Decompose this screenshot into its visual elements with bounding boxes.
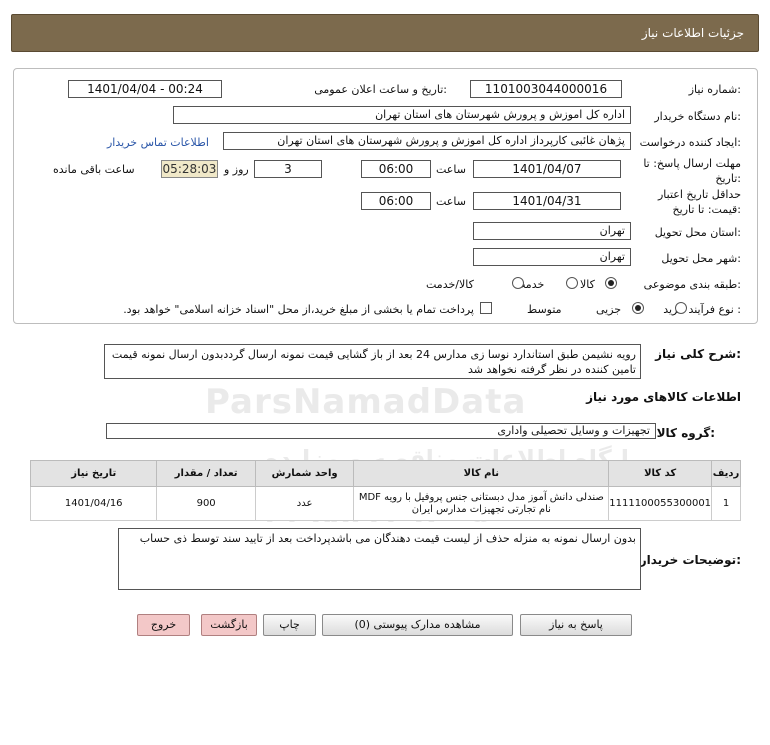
- print-button[interactable]: چاپ: [263, 614, 316, 636]
- requester-field: پژهان غائبی کارپرداز اداره کل اموزش و پر…: [223, 132, 631, 150]
- need-number-field: 1101003044000016: [470, 80, 622, 98]
- contact-buyer-link[interactable]: اطلاعات تماس خریدار: [107, 136, 209, 149]
- buyer-org-label: نام دستگاه خریدار:: [654, 110, 741, 123]
- announce-field: 1401/04/04 - 00:24: [68, 80, 222, 98]
- deadline-label-1: مهلت ارسال پاسخ: تا: [643, 157, 741, 170]
- treasury-checkbox[interactable]: [480, 302, 492, 314]
- process-option-medium: متوسط: [527, 303, 562, 316]
- days-field: 3: [254, 160, 322, 178]
- validity-time-label: ساعت: [436, 195, 466, 208]
- col-qty: تعداد / مقدار: [156, 460, 256, 487]
- exit-button[interactable]: خروج: [137, 614, 190, 636]
- category-label: طبقه بندی موضوعی:: [643, 278, 741, 291]
- col-code: کد کالا: [608, 460, 713, 487]
- description-text: رویه نشیمن طبق استاندارد نوسا زی مدارس 2…: [104, 344, 641, 379]
- cell-unit: عدد: [254, 486, 355, 521]
- category-option-goods: کالا: [580, 278, 595, 291]
- page-header: جزئیات اطلاعات نیاز: [11, 14, 759, 52]
- province-label: استان محل تحویل:: [654, 226, 741, 239]
- col-row: ردیف: [711, 460, 741, 487]
- col-date: تاریخ نیاز: [29, 460, 158, 487]
- process-radio-minor[interactable]: [674, 302, 687, 314]
- cell-row: 1: [711, 486, 741, 521]
- cell-name: صندلی دانش آموز مدل دبستانی جنس پروفیل ب…: [353, 486, 610, 521]
- cell-code: 1111100055300001: [608, 486, 713, 521]
- process-option-minor: جزیی: [596, 303, 622, 316]
- category-radio-goods-service[interactable]: [512, 277, 524, 289]
- city-label: شهر محل تحویل:: [661, 252, 741, 265]
- remaining-time-field: 05:28:03: [161, 160, 218, 178]
- description-label: شرح کلی نیاز:: [655, 347, 741, 361]
- goods-section-title: اطلاعات کالاهای مورد نیاز: [586, 390, 741, 404]
- buyer-org-field: اداره کل اموزش و پرورش شهرستان های استان…: [173, 106, 631, 124]
- deadline-date-field: 1401/04/07: [473, 160, 621, 178]
- cell-name-line2: نام تجارتی تجهیزات مدارس ایران: [411, 503, 551, 515]
- category-radio-goods[interactable]: [605, 277, 617, 289]
- page-title: جزئیات اطلاعات نیاز: [641, 26, 744, 40]
- buyer-notes-text: بدون ارسال نمونه به منزله حذف از لیست قی…: [118, 528, 641, 590]
- validity-label-2: قیمت: تا تاریخ:: [672, 203, 741, 216]
- remaining-label: ساعت باقی مانده: [53, 163, 135, 176]
- validity-time-field: 06:00: [361, 192, 431, 210]
- cell-qty: 900: [156, 486, 256, 521]
- col-name: نام کالا: [353, 460, 610, 487]
- attachments-button[interactable]: مشاهده مدارک پیوستی (0): [322, 614, 513, 636]
- goods-group-label: گروه کالا:: [656, 426, 715, 440]
- goods-table-header: ردیف کد کالا نام کالا واحد شمارش تعداد /…: [29, 460, 741, 487]
- cell-date: 1401/04/16: [29, 486, 158, 521]
- goods-table: ردیف کد کالا نام کالا واحد شمارش تعداد /…: [29, 460, 741, 521]
- watermark-brand: ParsNamadData: [205, 382, 527, 422]
- reply-button[interactable]: پاسخ به نیاز: [520, 614, 632, 636]
- need-number-label: شماره نیاز:: [688, 83, 741, 96]
- category-option-goods-service: کالا/خدمت: [426, 278, 474, 291]
- deadline-label-2: تاریخ:: [715, 172, 741, 185]
- goods-group-field: تجهیزات و وسایل تحصیلی واداری: [106, 423, 656, 439]
- city-field: تهران: [473, 248, 631, 266]
- requester-label: ایجاد کننده درخواست:: [639, 136, 741, 149]
- validity-date-field: 1401/04/31: [473, 192, 621, 210]
- back-button[interactable]: بازگشت: [201, 614, 257, 636]
- province-field: تهران: [473, 222, 631, 240]
- process-radio-medium[interactable]: [632, 302, 644, 314]
- buyer-notes-label: توضیحات خریدار:: [639, 553, 741, 567]
- validity-label-1: حداقل تاریخ اعتبار: [657, 188, 741, 201]
- deadline-time-field: 06:00: [361, 160, 431, 178]
- deadline-time-label: ساعت: [436, 163, 466, 176]
- table-row: 1 1111100055300001 صندلی دانش آموز مدل د…: [29, 486, 741, 521]
- treasury-note: پرداخت تمام یا بخشی از مبلغ خرید،از محل …: [123, 303, 474, 316]
- category-radio-service[interactable]: [565, 277, 578, 289]
- days-label: روز و: [224, 163, 249, 176]
- cell-name-line1: صندلی دانش آموز مدل دبستانی جنس پروفیل ب…: [358, 491, 604, 503]
- announce-label: تاریخ و ساعت اعلان عمومی:: [314, 83, 447, 96]
- col-unit: واحد شمارش: [254, 460, 355, 487]
